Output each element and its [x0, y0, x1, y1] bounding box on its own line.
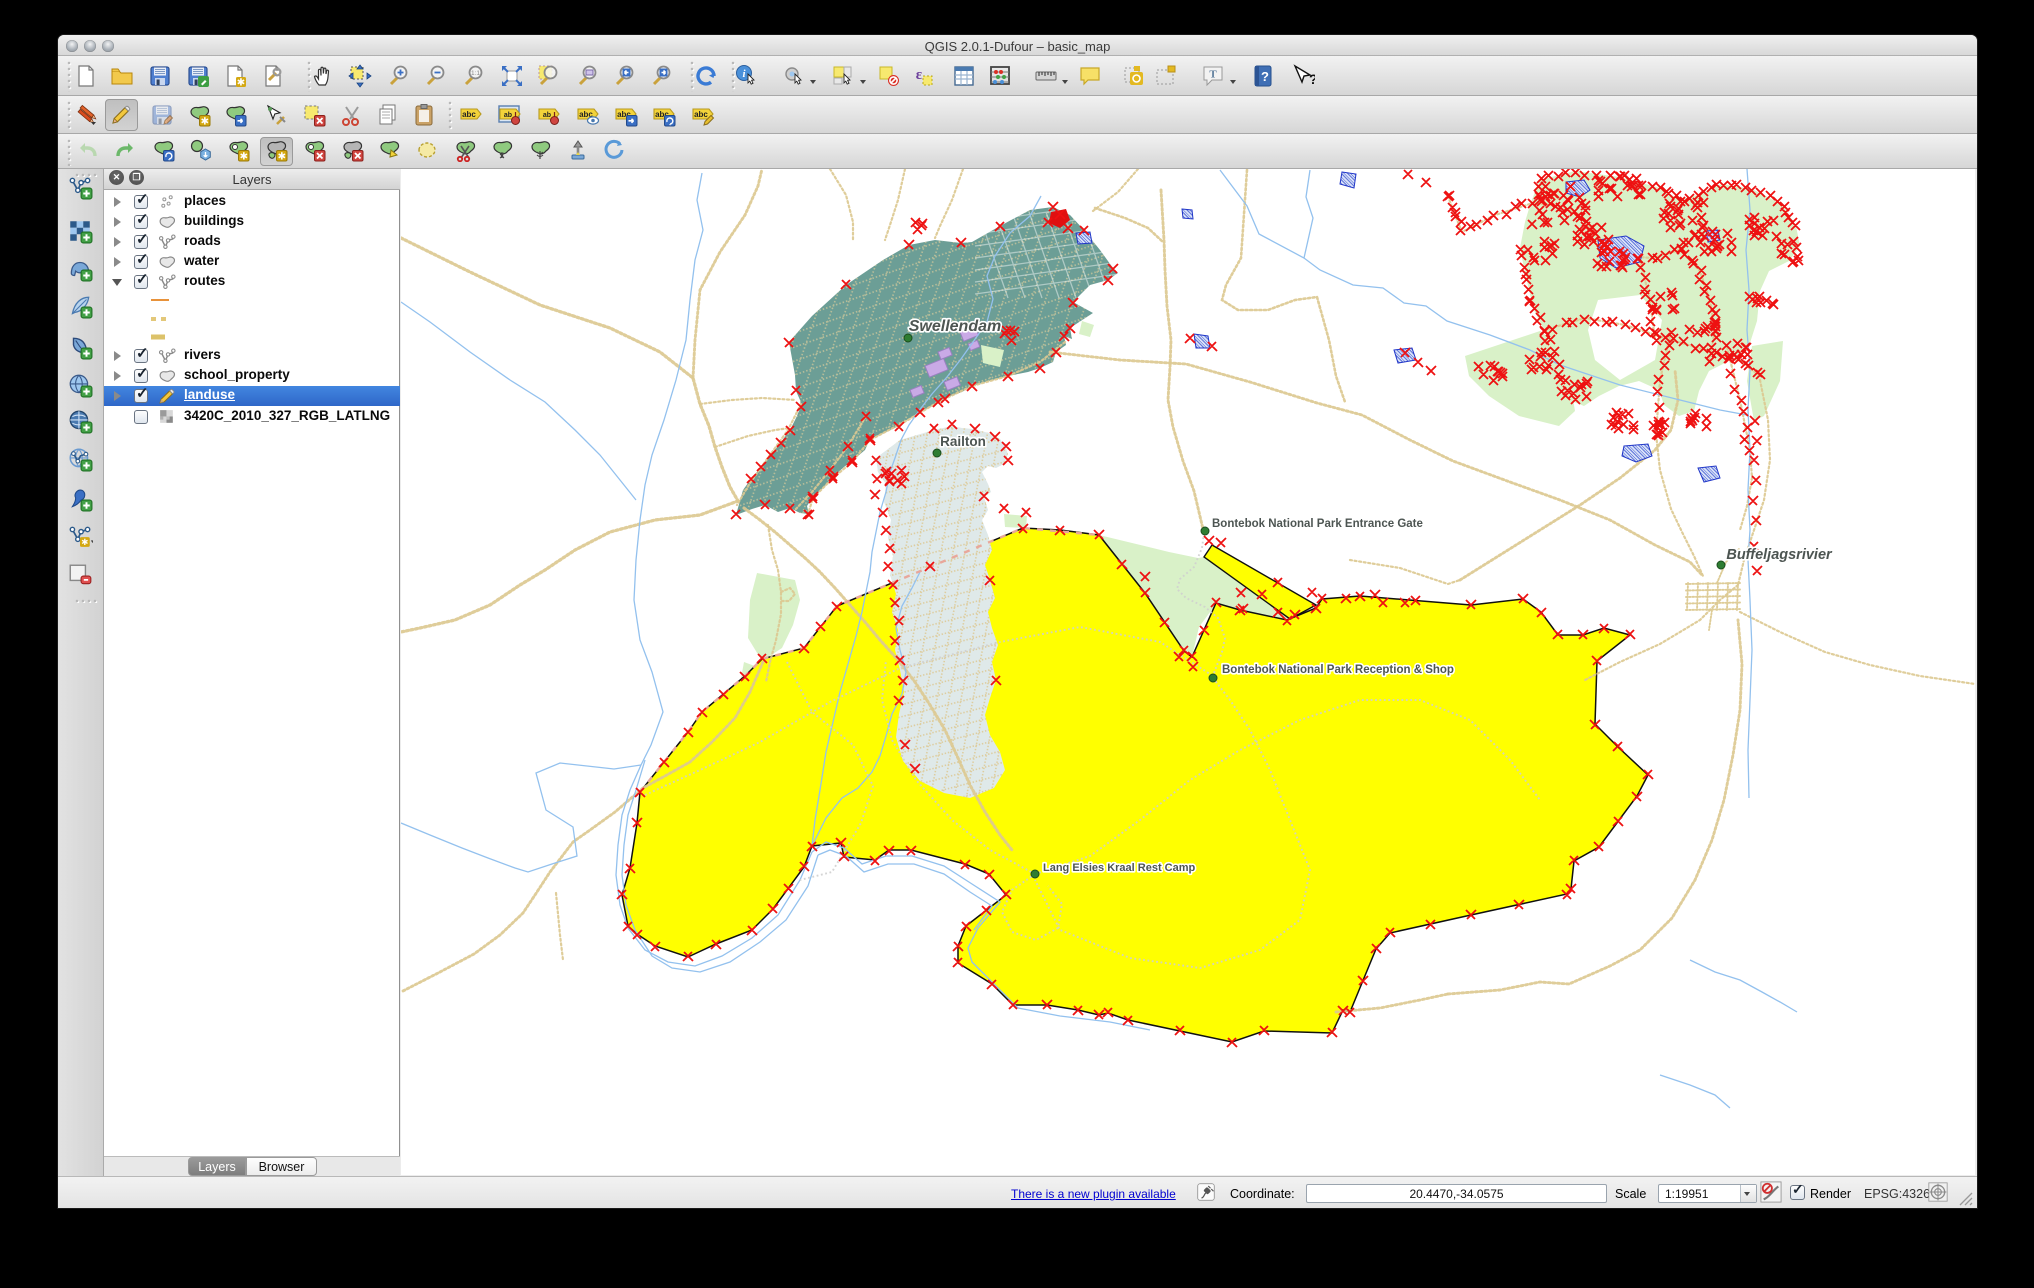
svg-text:Buffeljagsrivier: Buffeljagsrivier [1726, 547, 1833, 563]
svg-text:abc: abc [694, 110, 708, 119]
svg-text:Lang Elsies Kraal Rest Camp: Lang Elsies Kraal Rest Camp [1043, 862, 1196, 874]
svg-text:✱: ✱ [81, 537, 88, 547]
svg-text:ε: ε [916, 67, 923, 83]
svg-text:Swellendam: Swellendam [909, 318, 1001, 335]
svg-text:?: ? [1261, 69, 1269, 84]
svg-text:Bontebok National Park Entranc: Bontebok National Park Entrance Gate [1212, 518, 1423, 530]
svg-text:1:1: 1:1 [471, 70, 480, 77]
svg-text:✱: ✱ [278, 152, 286, 163]
svg-text:✱: ✱ [240, 152, 248, 163]
svg-text:✱: ✱ [201, 117, 209, 128]
svg-text:?: ? [1309, 71, 1315, 87]
svg-text:abc: abc [462, 110, 476, 119]
svg-text:ab: ab [543, 112, 551, 119]
svg-text:Bontebok National Park Recepti: Bontebok National Park Reception & Shop [1222, 664, 1454, 676]
svg-text:✱: ✱ [237, 78, 245, 89]
svg-text:ab: ab [504, 112, 512, 119]
svg-text:Railton: Railton [940, 434, 986, 449]
svg-text:T: T [1209, 69, 1217, 81]
